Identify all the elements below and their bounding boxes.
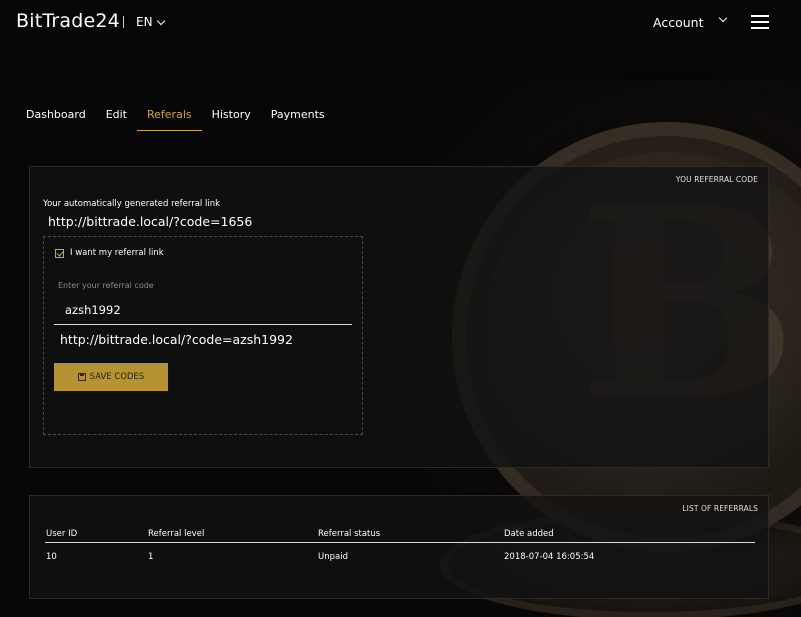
cell-user-id: 10 <box>46 552 57 562</box>
column-header-referral-status: Referral status <box>318 529 381 539</box>
chevron-down-icon <box>156 16 165 25</box>
tab-history[interactable]: History <box>202 106 261 131</box>
checkbox-checked-icon[interactable] <box>55 248 64 258</box>
cell-referral-status: Unpaid <box>318 552 348 562</box>
referrals-list-panel: LIST OF REFERRALS User ID Referral level… <box>29 495 769 599</box>
save-icon <box>77 373 86 381</box>
checkbox-label: I want my referral link <box>70 248 164 258</box>
column-header-user-id: User ID <box>46 529 78 539</box>
tab-edit[interactable]: Edit <box>96 106 137 131</box>
generated-referral-link: http://bittrade.local/?code=1656 <box>48 214 253 229</box>
account-tabs: Dashboard Edit Referals History Payments <box>16 106 335 131</box>
custom-referral-link: http://bittrade.local/?code=azsh1992 <box>60 332 293 347</box>
custom-link-checkbox[interactable]: I want my referral link <box>55 248 164 258</box>
generated-link-label: Your automatically generated referral li… <box>43 199 221 209</box>
language-selector[interactable]: EN <box>136 15 165 29</box>
referral-code-panel: YOU REFERRAL CODE Your automatically gen… <box>29 166 769 468</box>
cell-date-added: 2018-07-04 16:05:54 <box>504 552 595 562</box>
tab-dashboard[interactable]: Dashboard <box>16 106 96 131</box>
logo[interactable]: BitTrade24 <box>16 10 120 32</box>
account-menu[interactable]: Account <box>653 15 703 30</box>
language-label: EN <box>136 15 153 29</box>
tab-payments[interactable]: Payments <box>261 106 335 131</box>
save-codes-button[interactable]: SAVE CODES <box>54 363 168 391</box>
panel-title: YOU REFERRAL CODE <box>675 175 758 184</box>
save-button-label: SAVE CODES <box>89 372 145 382</box>
column-header-date-added: Date added <box>504 529 554 539</box>
table-row: 10 1 Unpaid 2018-07-04 16:05:54 <box>45 552 755 564</box>
table-header: User ID Referral level Referral status D… <box>45 529 755 543</box>
panel-title: LIST OF REFERRALS <box>682 504 758 513</box>
header-divider <box>123 16 124 28</box>
cell-referral-level: 1 <box>148 552 154 562</box>
hamburger-menu-icon[interactable] <box>751 14 769 30</box>
column-header-referral-level: Referral level <box>148 529 205 539</box>
tab-referals[interactable]: Referals <box>137 106 202 131</box>
referral-code-input[interactable] <box>54 295 352 325</box>
top-header: BitTrade24 EN Account <box>0 0 801 46</box>
custom-referral-box: I want my referral link Enter your refer… <box>43 236 363 435</box>
referral-code-label: Enter your referral code <box>58 281 154 290</box>
chevron-down-icon[interactable] <box>718 13 728 23</box>
